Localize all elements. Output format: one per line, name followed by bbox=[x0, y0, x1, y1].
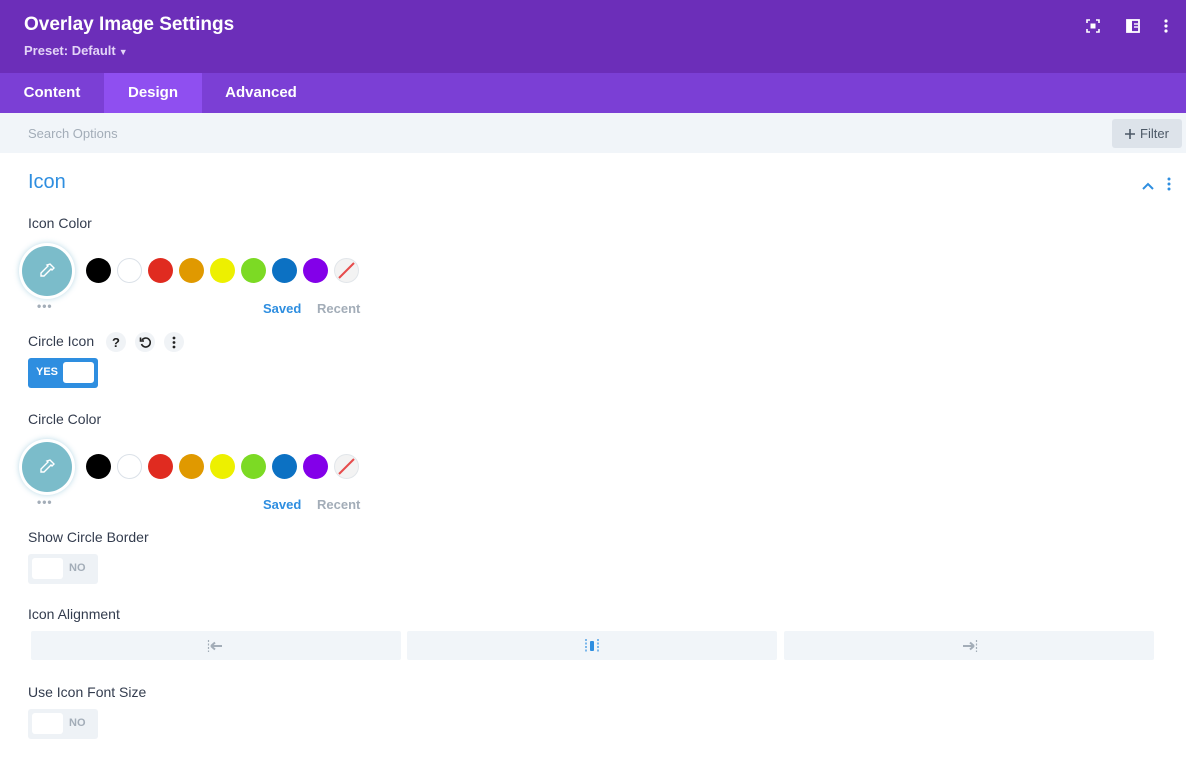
chevron-up-icon[interactable] bbox=[1141, 178, 1157, 192]
swatch-green[interactable] bbox=[241, 258, 266, 283]
search-bar bbox=[0, 113, 1186, 153]
swatch-purple[interactable] bbox=[303, 454, 328, 479]
tab-design[interactable]: Design bbox=[104, 73, 202, 113]
saved-colors-tab[interactable]: Saved bbox=[263, 497, 301, 512]
swatch-green[interactable] bbox=[241, 454, 266, 479]
eyedropper-icon bbox=[40, 459, 55, 473]
icon-color-label: Icon Color bbox=[28, 215, 92, 231]
fullscreen-icon[interactable] bbox=[1083, 16, 1103, 36]
circle-icon-toggle[interactable]: YES bbox=[28, 358, 98, 388]
show-circle-border-toggle[interactable]: NO bbox=[28, 554, 98, 584]
help-icon[interactable]: ? bbox=[106, 332, 126, 352]
swatch-blue[interactable] bbox=[272, 258, 297, 283]
align-center-icon bbox=[585, 638, 599, 653]
align-left-icon bbox=[207, 639, 222, 652]
toggle-knob bbox=[63, 362, 94, 383]
swatch-orange[interactable] bbox=[179, 258, 204, 283]
tab-content[interactable]: Content bbox=[0, 73, 104, 113]
swatch-yellow[interactable] bbox=[210, 258, 235, 283]
eyedropper-icon bbox=[40, 263, 55, 277]
toggle-state-label: NO bbox=[69, 717, 86, 729]
caret-down-icon: ▼ bbox=[118, 47, 128, 57]
modal-header: Overlay Image Settings Preset: Default ▼ bbox=[0, 0, 1186, 73]
plus-icon bbox=[1125, 128, 1136, 139]
toggle-state-label: YES bbox=[36, 366, 59, 378]
options-vertical-icon[interactable] bbox=[164, 332, 184, 352]
recent-colors-tab[interactable]: Recent bbox=[317, 301, 360, 316]
saved-colors-tab[interactable]: Saved bbox=[263, 301, 301, 316]
filter-button[interactable]: Filter bbox=[1112, 119, 1182, 148]
preset-dropdown[interactable]: Preset: Default ▼ bbox=[24, 43, 128, 58]
swatch-none-icon[interactable] bbox=[334, 454, 359, 479]
swatch-blue[interactable] bbox=[272, 454, 297, 479]
align-left-button[interactable] bbox=[31, 631, 401, 660]
swatch-yellow[interactable] bbox=[210, 454, 235, 479]
modal-title: Overlay Image Settings bbox=[24, 14, 235, 35]
swatch-black[interactable] bbox=[86, 454, 111, 479]
align-right-icon bbox=[963, 639, 978, 652]
toggle-state-label: NO bbox=[69, 562, 86, 574]
toggle-knob bbox=[32, 558, 63, 579]
more-options-icon[interactable]: ••• bbox=[37, 495, 53, 509]
swatch-none-icon[interactable] bbox=[334, 258, 359, 283]
more-options-icon[interactable]: ••• bbox=[37, 299, 53, 313]
recent-colors-tab[interactable]: Recent bbox=[317, 497, 360, 512]
align-center-button[interactable] bbox=[407, 631, 777, 660]
section-title-icon[interactable]: Icon bbox=[28, 171, 66, 194]
toggle-knob bbox=[32, 713, 63, 734]
tab-bar: Content Design Advanced bbox=[0, 73, 1186, 113]
align-right-button[interactable] bbox=[784, 631, 1154, 660]
icon-color-picker-button[interactable] bbox=[22, 246, 72, 296]
filter-label: Filter bbox=[1140, 126, 1169, 141]
circle-color-label: Circle Color bbox=[28, 411, 102, 427]
swatch-purple[interactable] bbox=[303, 258, 328, 283]
use-icon-font-size-label: Use Icon Font Size bbox=[28, 684, 147, 700]
swatch-black[interactable] bbox=[86, 258, 111, 283]
swatch-orange[interactable] bbox=[179, 454, 204, 479]
swatch-red[interactable] bbox=[148, 454, 173, 479]
show-circle-border-label: Show Circle Border bbox=[28, 529, 149, 545]
tab-advanced[interactable]: Advanced bbox=[202, 73, 320, 113]
use-icon-font-size-toggle[interactable]: NO bbox=[28, 709, 98, 739]
sidebar-layout-icon[interactable] bbox=[1123, 16, 1143, 36]
circle-color-picker-button[interactable] bbox=[22, 442, 72, 492]
preset-label: Preset: Default bbox=[24, 43, 116, 58]
reset-icon[interactable] bbox=[135, 332, 155, 352]
icon-alignment-label: Icon Alignment bbox=[28, 606, 120, 622]
section-more-icon[interactable] bbox=[1167, 177, 1175, 193]
swatch-white[interactable] bbox=[117, 454, 142, 479]
search-input[interactable] bbox=[14, 119, 742, 147]
swatch-white[interactable] bbox=[117, 258, 142, 283]
circle-icon-label: Circle Icon bbox=[28, 333, 95, 349]
more-vertical-icon[interactable] bbox=[1156, 16, 1176, 36]
swatch-red[interactable] bbox=[148, 258, 173, 283]
